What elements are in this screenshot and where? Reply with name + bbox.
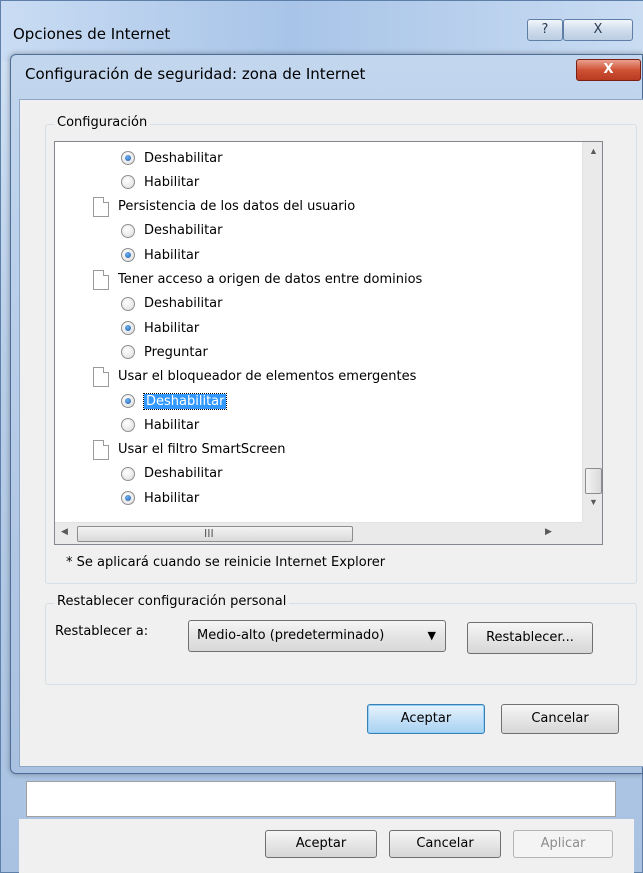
setting-category[interactable]: Usar el bloqueador de elementos emergent… — [93, 365, 416, 389]
radio-checked-icon[interactable] — [121, 248, 135, 263]
radio-option-label: Habilitar — [144, 320, 200, 336]
reset-button[interactable]: Restablecer... — [467, 622, 593, 654]
setting-category-label: Usar el filtro SmartScreen — [118, 442, 286, 458]
parent-close-button[interactable]: X — [563, 19, 633, 41]
radio-option-label: Deshabilitar — [144, 296, 223, 312]
scroll-up-icon[interactable]: ▲ — [583, 146, 602, 156]
scroll-grip-icon: III — [204, 527, 214, 540]
restart-note: * Se aplicará cuando se reinicie Interne… — [66, 555, 386, 570]
scroll-right-icon[interactable]: ▶ — [545, 526, 552, 537]
radio-unchecked-icon[interactable] — [121, 418, 135, 433]
horizontal-scrollbar[interactable]: ◀ III ▶ — [55, 522, 583, 544]
vertical-scroll-thumb[interactable] — [585, 468, 602, 494]
radio-unchecked-icon[interactable] — [121, 296, 135, 311]
setting-category-label: Persistencia de los datos del usuario — [118, 199, 356, 215]
parent-cancel-button[interactable]: Cancelar — [389, 830, 501, 858]
radio-option-label: Deshabilitar — [144, 150, 223, 166]
radio-option-label: Habilitar — [144, 490, 200, 506]
reset-to-label: Restablecer a: — [55, 624, 149, 639]
radio-option-label: Deshabilitar — [144, 466, 223, 482]
parent-content-box — [26, 781, 616, 817]
radio-unchecked-icon[interactable] — [121, 223, 135, 238]
setting-category[interactable]: Usar el filtro SmartScreen — [93, 438, 286, 462]
radio-checked-icon[interactable] — [121, 491, 135, 506]
radio-option[interactable]: Deshabilitar — [121, 292, 222, 316]
settings-list[interactable]: Deshabilitar Habilitar Persistencia de los… — [54, 141, 603, 545]
scroll-down-icon[interactable]: ▼ — [583, 497, 602, 507]
reset-level-select[interactable]: Medio-alto (predeterminado) ▼ — [188, 620, 446, 652]
radio-option[interactable]: Deshabilitar — [121, 146, 222, 170]
reset-level-value: Medio-alto (predeterminado) — [197, 628, 385, 643]
setting-category[interactable]: Tener acceso a origen de datos entre dom… — [93, 268, 422, 292]
radio-option[interactable]: Habilitar — [121, 170, 199, 194]
radio-option-label: Deshabilitar — [142, 392, 228, 410]
scrollbar-corner — [582, 522, 602, 544]
parent-apply-button[interactable]: Aplicar — [513, 830, 613, 858]
settings-group-label: Configuración — [54, 115, 151, 130]
setting-category[interactable]: Persistencia de los datos del usuario — [93, 195, 355, 219]
parent-title-bar: Opciones de Internet ? X — [1, 1, 643, 61]
radio-option-label: Habilitar — [144, 174, 200, 190]
document-icon — [93, 269, 109, 290]
radio-option-label: Preguntar — [144, 344, 208, 360]
radio-option[interactable]: Habilitar — [121, 413, 199, 437]
settings-list-rows: Deshabilitar Habilitar Persistencia de los… — [55, 142, 583, 522]
radio-option-label: Habilitar — [144, 247, 200, 263]
horizontal-scroll-thumb[interactable]: III — [77, 526, 353, 542]
radio-unchecked-icon[interactable] — [121, 345, 135, 360]
setting-category-label: Tener acceso a origen de datos entre dom… — [118, 272, 423, 287]
radio-unchecked-icon[interactable] — [121, 175, 135, 190]
radio-option[interactable]: Deshabilitar — [121, 389, 228, 413]
document-icon — [93, 439, 109, 460]
radio-option[interactable]: Habilitar — [121, 243, 199, 267]
radio-unchecked-icon[interactable] — [121, 466, 135, 481]
dropdown-arrow-icon: ▼ — [427, 629, 436, 642]
parent-accept-button[interactable]: Aceptar — [265, 830, 377, 858]
dialog-title: Configuración de seguridad: zona de Inte… — [25, 65, 366, 83]
document-icon — [93, 196, 109, 217]
radio-option[interactable]: Habilitar — [121, 486, 199, 510]
radio-option-label: Habilitar — [144, 417, 200, 433]
radio-checked-icon[interactable] — [121, 321, 135, 336]
document-icon — [93, 366, 109, 387]
radio-checked-icon[interactable] — [121, 394, 135, 408]
setting-category-label: Usar el bloqueador de elementos emergent… — [118, 369, 417, 385]
radio-option[interactable]: Preguntar — [121, 340, 208, 364]
radio-option-label: Deshabilitar — [144, 223, 223, 239]
reset-group-label: Restablecer configuración personal — [54, 594, 290, 609]
radio-checked-icon[interactable] — [121, 151, 135, 165]
vertical-scrollbar[interactable]: ▲ ▼ — [582, 142, 602, 522]
accept-button[interactable]: Aceptar — [367, 704, 485, 734]
dialog-close-button[interactable]: X — [576, 59, 641, 81]
radio-option[interactable]: Habilitar — [121, 316, 199, 340]
scroll-left-icon[interactable]: ◀ — [61, 526, 68, 537]
help-button[interactable]: ? — [527, 19, 563, 41]
cancel-button[interactable]: Cancelar — [501, 704, 619, 734]
radio-option[interactable]: Deshabilitar — [121, 219, 222, 243]
radio-option[interactable]: Deshabilitar — [121, 462, 222, 486]
parent-window-title: Opciones de Internet — [13, 25, 171, 43]
